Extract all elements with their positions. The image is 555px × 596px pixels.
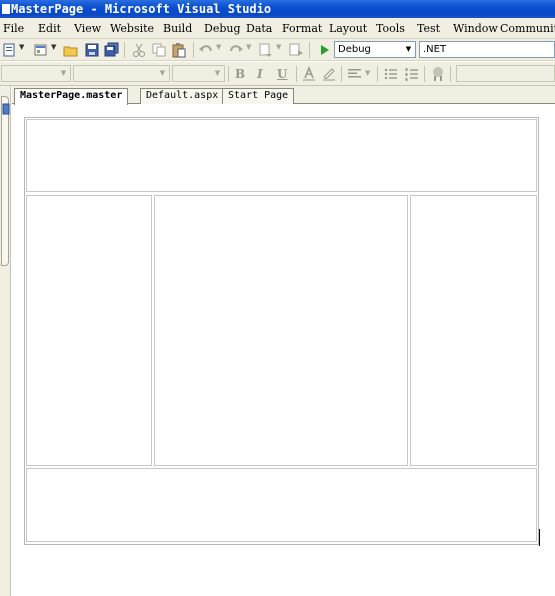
window-title: MasterPage - Microsoft Visual Studio bbox=[11, 2, 272, 16]
document-tabs: MasterPage.master Default.aspx Start Pag… bbox=[12, 86, 555, 105]
block-format-select[interactable]: ▼ bbox=[1, 65, 71, 82]
menu-view[interactable]: View bbox=[74, 18, 101, 38]
solution-configuration-select[interactable]: Debug ▼ bbox=[334, 41, 416, 58]
italic-button[interactable]: I bbox=[257, 67, 263, 81]
header-cell[interactable] bbox=[26, 119, 537, 192]
navigate-dropdown-icon[interactable]: ▼ bbox=[276, 43, 281, 51]
platform-select[interactable]: .NET bbox=[419, 41, 555, 58]
title-bar: MasterPage - Microsoft Visual Studio bbox=[0, 0, 555, 18]
menu-website[interactable]: Website bbox=[110, 18, 154, 38]
toolbar-separator bbox=[450, 66, 451, 82]
menu-file[interactable]: File bbox=[3, 18, 24, 38]
tab-masterpage[interactable]: MasterPage.master bbox=[14, 88, 129, 105]
tab-start-page[interactable]: Start Page bbox=[222, 88, 295, 104]
footer-cell[interactable] bbox=[26, 468, 537, 542]
chevron-down-icon: ▼ bbox=[60, 69, 67, 77]
toolbar-separator bbox=[309, 42, 310, 58]
add-item-dropdown-icon[interactable]: ▼ bbox=[51, 43, 56, 51]
menu-format[interactable]: Format bbox=[282, 18, 322, 38]
numbered-list-icon[interactable] bbox=[404, 66, 420, 82]
menu-build[interactable]: Build bbox=[163, 18, 192, 38]
underline-button[interactable]: U bbox=[277, 67, 287, 81]
new-project-icon[interactable] bbox=[2, 42, 18, 58]
toolbox-tab[interactable] bbox=[1, 96, 10, 266]
toolbar-separator bbox=[124, 42, 125, 58]
visual-studio-icon bbox=[2, 4, 10, 14]
menu-data[interactable]: Data bbox=[246, 18, 272, 38]
undo-icon[interactable] bbox=[198, 42, 214, 58]
toolbox-icon bbox=[2, 103, 10, 115]
redo-dropdown-icon[interactable]: ▼ bbox=[246, 43, 251, 51]
undo-dropdown-icon[interactable]: ▼ bbox=[216, 43, 221, 51]
target-schema-select[interactable] bbox=[456, 65, 555, 82]
toolbar-separator bbox=[228, 66, 229, 82]
font-name-select[interactable]: ▼ bbox=[73, 65, 170, 82]
chevron-down-icon: ▼ bbox=[159, 69, 166, 77]
cut-icon[interactable] bbox=[131, 42, 147, 58]
open-folder-icon[interactable] bbox=[63, 42, 79, 58]
justify-left-icon[interactable] bbox=[347, 66, 363, 82]
content-cell[interactable] bbox=[154, 195, 408, 466]
left-column-cell[interactable] bbox=[26, 195, 152, 466]
solution-configuration-value: Debug bbox=[338, 44, 371, 55]
platform-value: .NET bbox=[423, 44, 447, 55]
toolbar-separator bbox=[341, 66, 342, 82]
formatting-toolbar: ▼ ▼ ▼ B I U ▼ bbox=[0, 62, 555, 86]
text-caret bbox=[539, 529, 540, 546]
layout-table[interactable] bbox=[24, 117, 539, 545]
menu-bar: File Edit View Website Build Debug Data … bbox=[0, 18, 555, 39]
hyperlink-icon[interactable] bbox=[430, 66, 446, 82]
add-item-icon[interactable] bbox=[33, 42, 49, 58]
chevron-down-icon: ▼ bbox=[214, 69, 221, 77]
toolbar-separator bbox=[424, 66, 425, 82]
new-project-dropdown-icon[interactable]: ▼ bbox=[19, 43, 24, 51]
menu-edit[interactable]: Edit bbox=[38, 18, 61, 38]
paste-icon[interactable] bbox=[171, 42, 187, 58]
toolbar-separator bbox=[377, 66, 378, 82]
menu-window[interactable]: Window bbox=[453, 18, 498, 38]
foreground-color-icon[interactable] bbox=[301, 66, 317, 82]
menu-layout[interactable]: Layout bbox=[329, 18, 367, 38]
save-all-icon[interactable] bbox=[104, 42, 120, 58]
toolbar-separator bbox=[296, 66, 297, 82]
chevron-down-icon: ▼ bbox=[405, 45, 412, 53]
toolbox-rail bbox=[0, 86, 11, 596]
menu-tools[interactable]: Tools bbox=[376, 18, 405, 38]
copy-icon[interactable] bbox=[151, 42, 167, 58]
standard-toolbar: ▼ ▼ ▼ ▼ ▼ Debug ▼ .NET bbox=[0, 39, 555, 61]
menu-community[interactable]: Community bbox=[500, 18, 555, 38]
bulleted-list-icon[interactable] bbox=[383, 66, 399, 82]
background-color-icon[interactable] bbox=[321, 66, 337, 82]
navigate-backward-icon[interactable] bbox=[258, 42, 274, 58]
right-column-cell[interactable] bbox=[410, 195, 537, 466]
navigate-forward-icon[interactable] bbox=[288, 42, 304, 58]
font-size-select[interactable]: ▼ bbox=[172, 65, 225, 82]
menu-debug[interactable]: Debug bbox=[204, 18, 241, 38]
save-icon[interactable] bbox=[84, 42, 100, 58]
menu-test[interactable]: Test bbox=[417, 18, 440, 38]
design-surface[interactable] bbox=[12, 105, 555, 596]
redo-icon[interactable] bbox=[228, 42, 244, 58]
bold-button[interactable]: B bbox=[235, 67, 245, 81]
justify-dropdown-icon[interactable]: ▼ bbox=[365, 69, 370, 77]
start-debug-icon[interactable] bbox=[316, 42, 332, 58]
toolbar-separator bbox=[193, 42, 194, 58]
tab-default-aspx[interactable]: Default.aspx bbox=[140, 88, 225, 104]
